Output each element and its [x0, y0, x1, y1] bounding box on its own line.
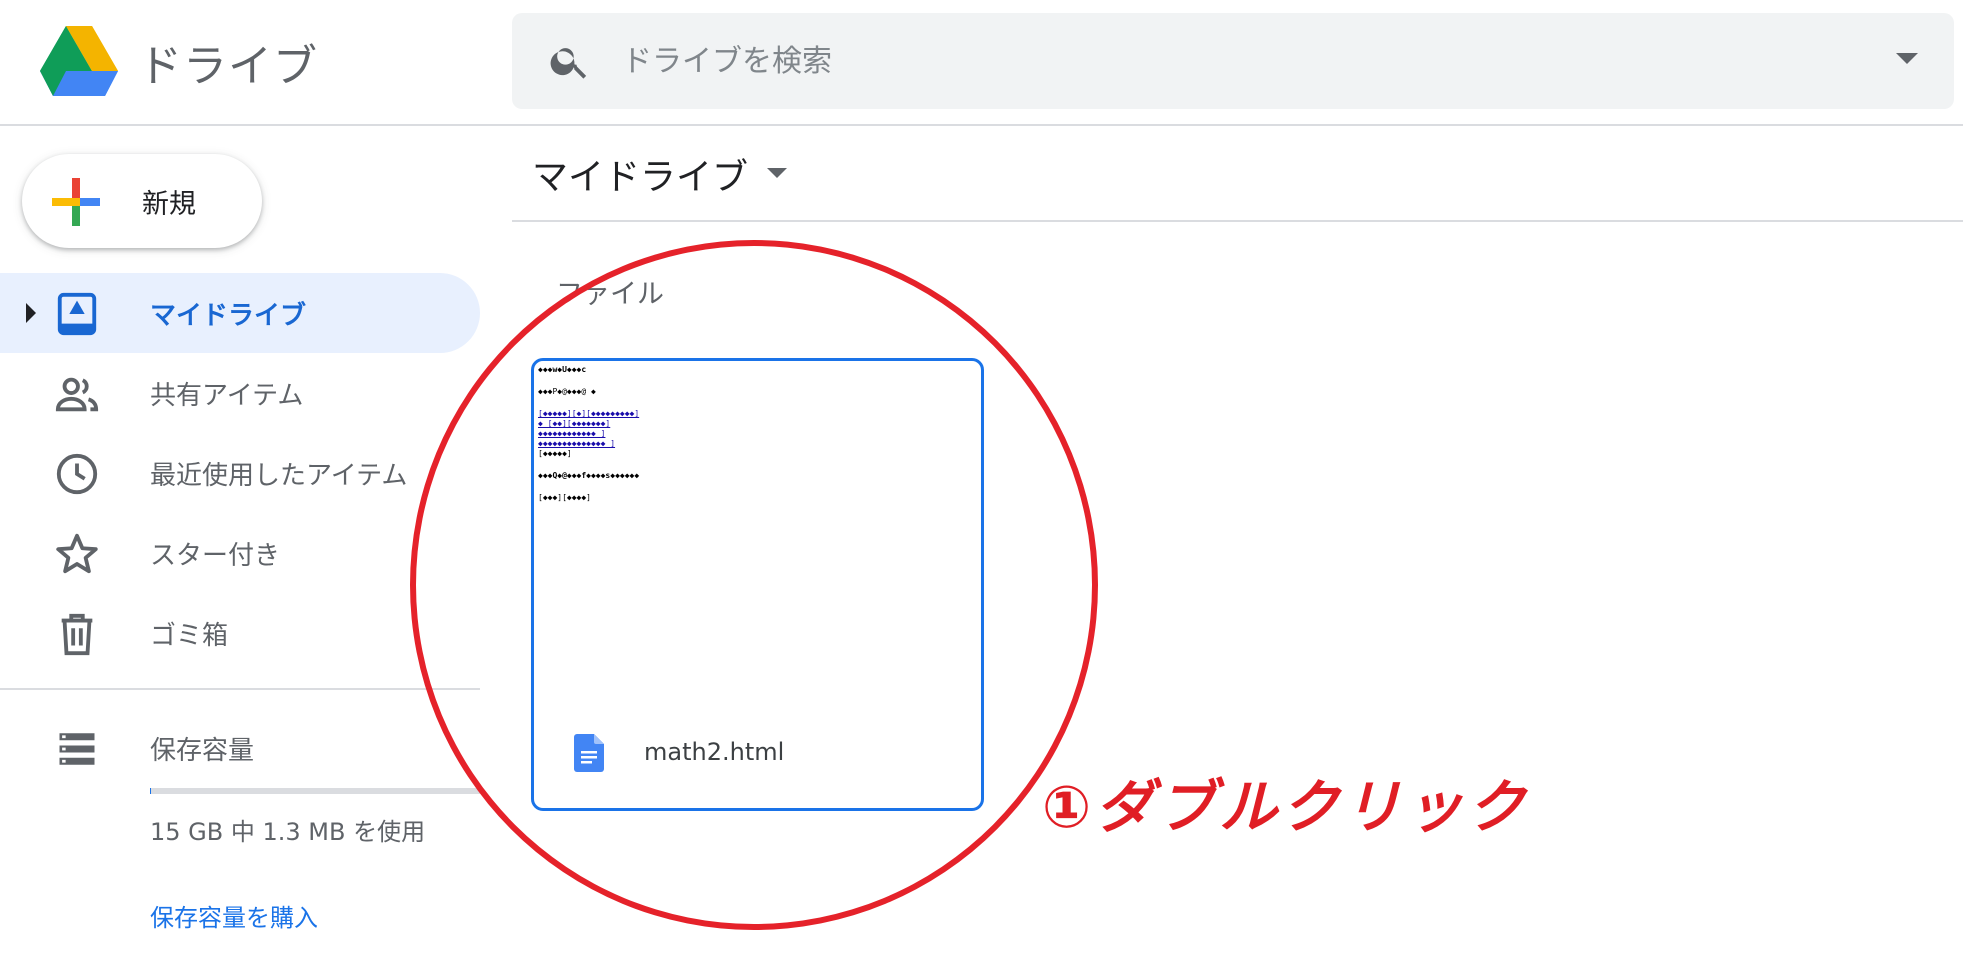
- plus-icon: [52, 178, 100, 226]
- sidebar-item-label: マイドライブ: [150, 301, 307, 331]
- top-bar: ドライブ: [0, 0, 1963, 126]
- content-divider: [512, 220, 1963, 222]
- clock-icon: [56, 453, 98, 495]
- preview-line: ◆◆◆◆◆◆◆◆◆◆◆◆_]: [538, 429, 606, 438]
- sidebar-item-starred[interactable]: スター付き: [0, 513, 480, 593]
- preview-spacer: [538, 375, 977, 387]
- preview-line: ◆◆◆Q◆@◆◆◆f◆◆◆◆s◆◆◆◆◆◆: [538, 471, 640, 480]
- storage-usage-text: 15 GB 中 1.3 MB を使用: [150, 818, 426, 846]
- docs-icon: [574, 734, 604, 772]
- preview-line: [◆◆◆◆◆]: [538, 449, 572, 458]
- file-preview-thumbnail: ◆◆◆w◆U◆◆◆c ◆◆◆P◆@◆◆◆@ ◆ [◆◆◆◆◆][◆][◆◆◆◆◆◆◆…: [534, 361, 981, 701]
- storage-icon: [59, 733, 95, 765]
- sidebar-item-label: スター付き: [150, 541, 281, 571]
- storage-usage-bar: [150, 788, 480, 794]
- preview-line: ◆_[◆◆][◆◆◆◆◆◆◆]: [538, 419, 611, 428]
- sidebar-item-label: 最近使用したアイテム: [150, 461, 408, 491]
- search-input[interactable]: [622, 31, 1822, 91]
- google-drive-logo-icon[interactable]: [40, 26, 118, 96]
- search-icon[interactable]: [548, 39, 592, 83]
- sidebar-item-shared[interactable]: 共有アイテム: [0, 353, 480, 433]
- search-bar[interactable]: [512, 13, 1954, 109]
- sidebar-item-label: ゴミ箱: [150, 621, 229, 651]
- section-heading-files: ファイル: [556, 279, 664, 310]
- sidebar-item-label: 共有アイテム: [150, 381, 304, 411]
- file-name: math2.html: [644, 738, 785, 766]
- star-icon: [56, 533, 98, 574]
- chevron-down-icon[interactable]: [767, 168, 787, 178]
- sidebar-item-trash[interactable]: ゴミ箱: [0, 593, 480, 673]
- new-button[interactable]: 新規: [22, 154, 262, 248]
- annotation-double-click-label: ①ダブルクリック: [1042, 773, 1530, 841]
- storage-usage-fill: [150, 788, 151, 794]
- expand-arrow-icon[interactable]: [26, 303, 36, 323]
- sidebar-divider: [0, 688, 480, 690]
- sidebar-item-my-drive[interactable]: マイドライブ: [0, 273, 480, 353]
- preview-line: ◆◆◆w◆U◆◆◆c: [538, 365, 587, 374]
- preview-line: [◆◆◆◆◆][◆][◆◆◆◆◆◆◆◆◆]: [538, 409, 640, 418]
- file-card[interactable]: ◆◆◆w◆U◆◆◆c ◆◆◆P◆@◆◆◆@ ◆ [◆◆◆◆◆][◆][◆◆◆◆◆◆◆…: [531, 358, 984, 811]
- buy-storage-link[interactable]: 保存容量を購入: [150, 898, 318, 933]
- preview-line: ◆◆◆P◆@◆◆◆@ ◆: [538, 387, 596, 396]
- people-icon: [55, 377, 99, 412]
- storage-label: 保存容量: [150, 736, 255, 766]
- preview-spacer: [538, 397, 977, 409]
- preview-line: [◆◆◆][◆◆◆◆]: [538, 493, 591, 502]
- preview-spacer: [538, 481, 977, 493]
- trash-icon: [61, 613, 93, 656]
- preview-spacer: [538, 459, 977, 471]
- sidebar-item-recent[interactable]: 最近使用したアイテム: [0, 433, 480, 513]
- file-card-footer: math2.html: [534, 704, 981, 808]
- search-options-dropdown-icon[interactable]: [1896, 53, 1918, 64]
- my-drive-icon: [57, 292, 97, 336]
- page-title[interactable]: マイドライブ: [532, 148, 748, 200]
- preview-line: ◆◆◆◆◆◆◆◆◆◆◆◆◆◆_]: [538, 439, 616, 448]
- app-title[interactable]: ドライブ: [138, 30, 318, 94]
- new-button-label: 新規: [142, 189, 196, 220]
